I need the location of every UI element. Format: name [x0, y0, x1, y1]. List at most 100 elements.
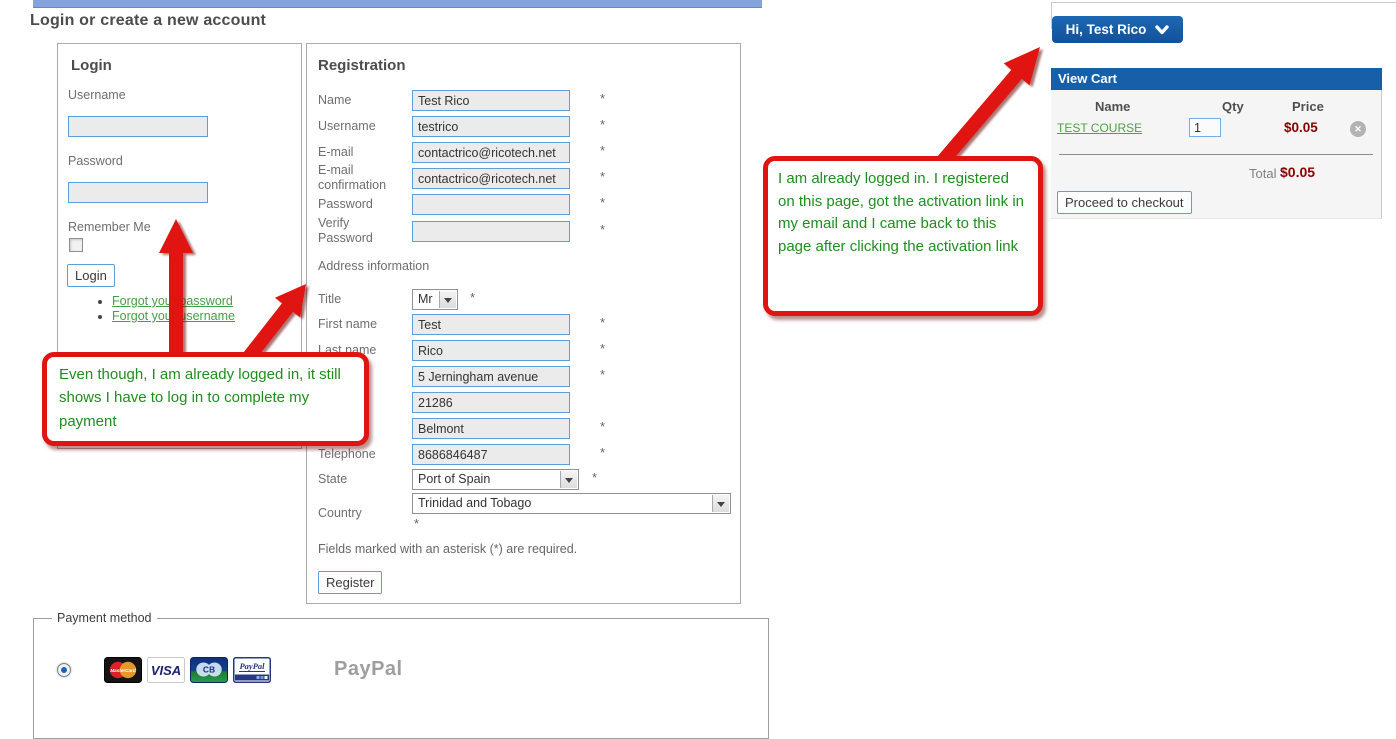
field-label: State — [318, 472, 347, 486]
login-button[interactable]: Login — [67, 264, 115, 287]
email-confirmation-input[interactable] — [412, 168, 570, 189]
required-asterisk: * — [414, 516, 419, 531]
last-name-input[interactable] — [412, 340, 570, 361]
registration-panel: Registration Name * Username * E-mail * … — [306, 43, 741, 604]
field-row-verify-password: Verify Password * — [307, 221, 740, 244]
title-select[interactable]: Mr — [412, 289, 458, 310]
total-label: Total — [1249, 166, 1276, 181]
required-asterisk: * — [600, 445, 605, 460]
state-select-value: Port of Spain — [418, 472, 490, 486]
required-fields-note: Fields marked with an asterisk (*) are r… — [318, 542, 577, 556]
chevron-down-icon — [1155, 25, 1169, 35]
name-input[interactable] — [412, 90, 570, 111]
password-label: Password — [68, 154, 123, 168]
payment-method-fieldset: Payment method MasterCard VISA — [33, 611, 769, 739]
list-item: Forgot your password — [112, 294, 235, 308]
annotation-activation-note: I am already logged in. I registered on … — [763, 156, 1043, 316]
field-row-first-name: First name * — [307, 314, 740, 337]
list-item: Forgot your username — [112, 309, 235, 323]
dropdown-arrow-icon[interactable] — [712, 495, 729, 512]
svg-text:MasterCard: MasterCard — [110, 668, 135, 673]
field-row-password: Password * — [307, 194, 740, 217]
item-price: $0.05 — [1284, 120, 1318, 135]
registration-heading: Registration — [318, 57, 406, 74]
forgot-username-link[interactable]: Forgot your username — [112, 309, 235, 323]
login-password-input[interactable] — [68, 182, 208, 203]
field-label: Username — [318, 119, 376, 133]
field-row-state: State Port of Spain * — [307, 469, 740, 492]
view-cart-header: View Cart — [1051, 68, 1382, 90]
cart-panel: Name Qty Price TEST COURSE $0.05 Total $… — [1051, 90, 1382, 219]
field-row-last-name: Last name * — [307, 340, 740, 363]
user-menu-label: Hi, Test Rico — [1066, 22, 1147, 37]
field-row-username: Username * — [307, 116, 740, 139]
field-row-email-confirmation: E-mail confirmation * — [307, 168, 740, 191]
mastercard-icon: MasterCard — [104, 657, 142, 683]
field-label: Password — [318, 197, 373, 211]
paypal-icon: PayPal — [233, 657, 271, 683]
password-input[interactable] — [412, 194, 570, 215]
field-label: Name — [318, 93, 351, 107]
dropdown-arrow-icon[interactable] — [560, 471, 577, 488]
field-row-country: Country Trinidad and Tobago * — [307, 493, 740, 516]
field-label: Telephone — [318, 447, 376, 461]
country-select[interactable]: Trinidad and Tobago — [412, 493, 731, 514]
user-menu-button[interactable]: Hi, Test Rico — [1052, 16, 1183, 43]
arrow-to-user-button — [936, 47, 1040, 168]
checkout-page: { "page": { "heading": "Login or create … — [0, 0, 1396, 687]
field-row-telephone: Telephone * — [307, 444, 740, 467]
register-button[interactable]: Register — [318, 571, 382, 594]
field-row-name: Name * — [307, 90, 740, 113]
zip-input[interactable] — [412, 392, 570, 413]
field-label: First name — [318, 317, 377, 331]
annotation-login-note: Even though, I am already logged in, it … — [42, 352, 369, 446]
email-input[interactable] — [412, 142, 570, 163]
dropdown-arrow-icon[interactable] — [439, 291, 456, 308]
required-asterisk: * — [600, 367, 605, 382]
telephone-input[interactable] — [412, 444, 570, 465]
first-name-input[interactable] — [412, 314, 570, 335]
address-section-label: Address information — [318, 259, 429, 273]
required-asterisk: * — [600, 117, 605, 132]
required-asterisk: * — [600, 195, 605, 210]
city-input[interactable] — [412, 418, 570, 439]
field-row-city: City * — [307, 418, 740, 441]
username-input[interactable] — [412, 116, 570, 137]
svg-text:PayPal: PayPal — [239, 661, 265, 671]
cb-icon: CB — [190, 657, 228, 683]
required-asterisk: * — [592, 470, 597, 485]
quantity-input[interactable] — [1189, 118, 1221, 137]
field-row-email: E-mail * — [307, 142, 740, 165]
required-asterisk: * — [600, 341, 605, 356]
svg-text:CB: CB — [203, 665, 215, 675]
login-heading: Login — [71, 57, 112, 74]
card-icons: MasterCard VISA CB PayPal — [104, 657, 271, 683]
remember-me-checkbox[interactable] — [69, 238, 83, 252]
field-label: Verify Password — [318, 216, 398, 246]
address-input[interactable] — [412, 366, 570, 387]
proceed-to-checkout-button[interactable]: Proceed to checkout — [1057, 191, 1192, 214]
cart-item-link[interactable]: TEST COURSE — [1057, 121, 1142, 135]
top-accent-bar — [33, 0, 762, 8]
remember-me-label: Remember Me — [68, 220, 151, 234]
svg-text:VISA: VISA — [151, 663, 181, 678]
cart-divider — [1059, 154, 1373, 155]
total-value: $0.05 — [1280, 164, 1315, 180]
title-select-value: Mr — [418, 292, 433, 306]
visa-icon: VISA — [147, 657, 185, 683]
payment-method-name: PayPal — [334, 658, 403, 681]
field-label: Title — [318, 292, 341, 306]
country-select-value: Trinidad and Tobago — [418, 496, 531, 510]
field-row-title: Title Mr * — [307, 289, 740, 312]
column-header-qty: Qty — [1222, 99, 1244, 114]
login-username-input[interactable] — [68, 116, 208, 137]
payment-method-radio[interactable] — [57, 663, 71, 677]
page-title: Login or create a new account — [30, 12, 266, 30]
verify-password-input[interactable] — [412, 221, 570, 242]
forgot-password-link[interactable]: Forgot your password — [112, 294, 233, 308]
remove-item-icon[interactable] — [1350, 121, 1366, 137]
state-select[interactable]: Port of Spain — [412, 469, 579, 490]
required-asterisk: * — [600, 222, 605, 237]
required-asterisk: * — [600, 419, 605, 434]
column-header-name: Name — [1095, 99, 1130, 114]
